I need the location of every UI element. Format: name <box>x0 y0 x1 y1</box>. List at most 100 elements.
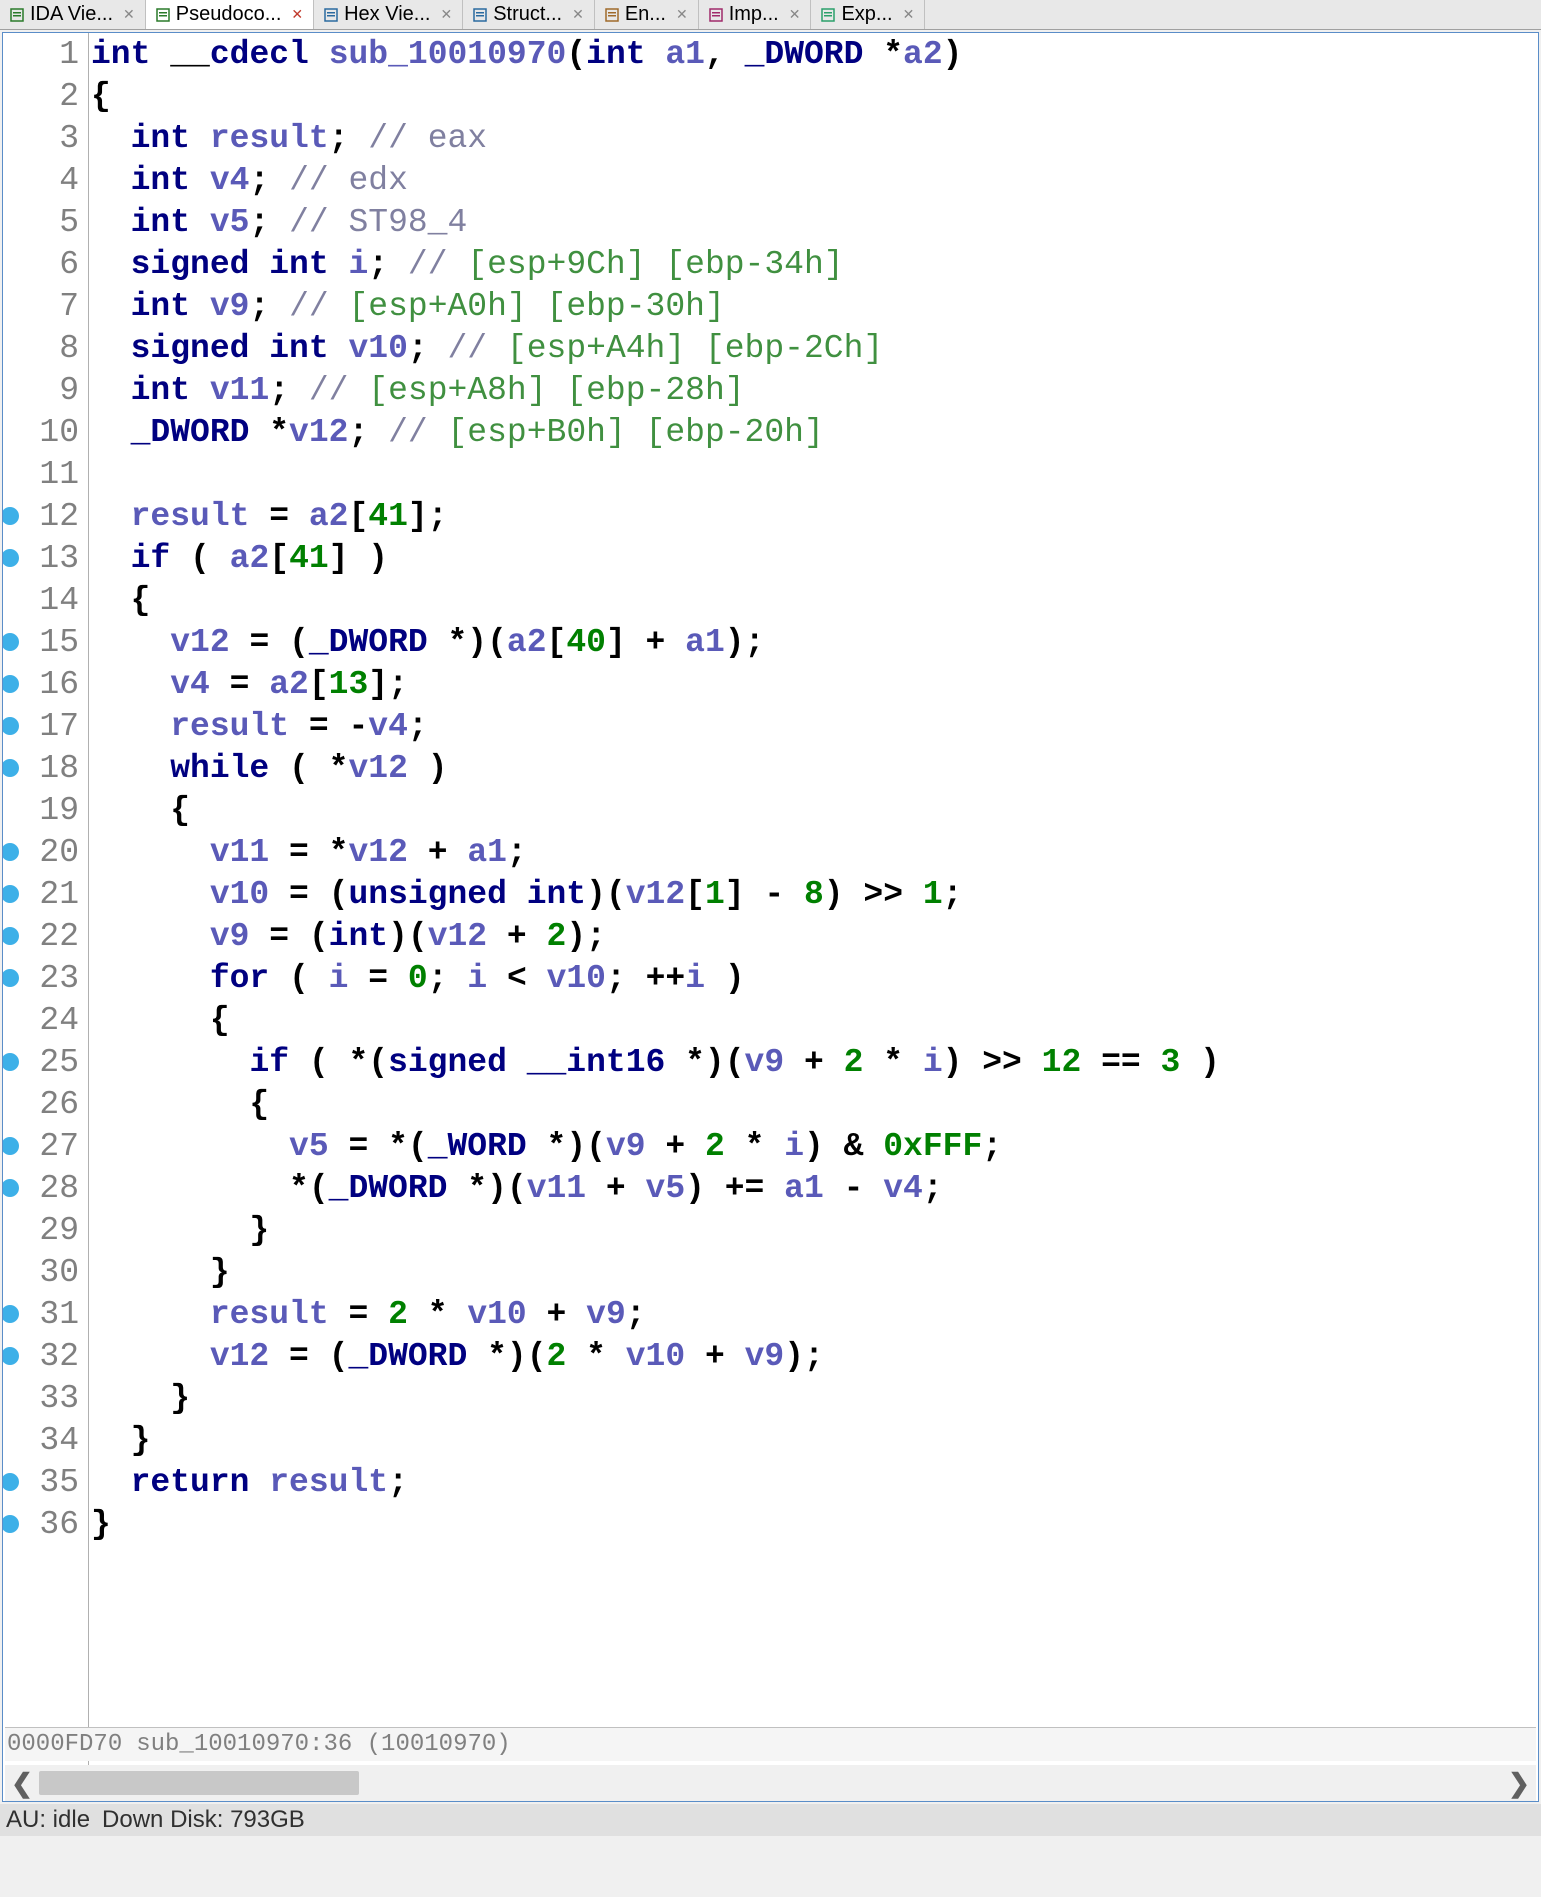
code-line[interactable]: v12 = (_DWORD *)(2 * v10 + v9); <box>91 1335 1538 1377</box>
code-line[interactable]: while ( *v12 ) <box>91 747 1538 789</box>
code-line[interactable]: result = 2 * v10 + v9; <box>91 1293 1538 1335</box>
breakpoint-icon[interactable] <box>2 549 19 567</box>
horizontal-scrollbar[interactable]: ❮ ❯ <box>5 1765 1536 1801</box>
breakpoint-icon[interactable] <box>2 1347 19 1365</box>
close-icon[interactable]: ✕ <box>440 6 452 23</box>
line-number[interactable]: 5 <box>3 204 85 241</box>
breakpoint-icon[interactable] <box>2 717 19 735</box>
line-number[interactable]: 1 <box>3 36 85 73</box>
code-line[interactable]: result = -v4; <box>91 705 1538 747</box>
code-line[interactable]: { <box>91 999 1538 1041</box>
line-number[interactable]: 22 <box>3 918 85 955</box>
tab-exp[interactable]: Exp...✕ <box>811 0 925 29</box>
close-icon[interactable]: ✕ <box>789 6 801 23</box>
line-number[interactable]: 18 <box>3 750 85 787</box>
line-number[interactable]: 30 <box>3 1254 85 1291</box>
line-number[interactable]: 29 <box>3 1212 85 1249</box>
line-number[interactable]: 28 <box>3 1170 85 1207</box>
line-number[interactable]: 25 <box>3 1044 85 1081</box>
line-number[interactable]: 33 <box>3 1380 85 1417</box>
line-number[interactable]: 8 <box>3 330 85 367</box>
code-line[interactable]: int v4; // edx <box>91 159 1538 201</box>
breakpoint-icon[interactable] <box>2 969 19 987</box>
breakpoint-icon[interactable] <box>2 1515 19 1533</box>
line-number[interactable]: 32 <box>3 1338 85 1375</box>
line-number[interactable]: 4 <box>3 162 85 199</box>
code-line[interactable]: _DWORD *v12; // [esp+B0h] [ebp-20h] <box>91 411 1538 453</box>
code-line[interactable]: if ( *(signed __int16 *)(v9 + 2 * i) >> … <box>91 1041 1538 1083</box>
line-number[interactable]: 26 <box>3 1086 85 1123</box>
code-line[interactable]: v12 = (_DWORD *)(a2[40] + a1); <box>91 621 1538 663</box>
line-number[interactable]: 16 <box>3 666 85 703</box>
line-number[interactable]: 19 <box>3 792 85 829</box>
close-icon[interactable]: ✕ <box>123 6 135 23</box>
code-line[interactable]: int __cdecl sub_10010970(int a1, _DWORD … <box>91 33 1538 75</box>
tab-pseudoco[interactable]: Pseudoco...✕ <box>146 0 314 29</box>
close-icon[interactable]: ✕ <box>676 6 688 23</box>
line-number[interactable]: 17 <box>3 708 85 745</box>
close-icon[interactable]: ✕ <box>291 6 303 23</box>
line-number[interactable]: 14 <box>3 582 85 619</box>
scroll-track[interactable] <box>39 1769 1502 1797</box>
line-number[interactable]: 3 <box>3 120 85 157</box>
breakpoint-icon[interactable] <box>2 1137 19 1155</box>
breakpoint-icon[interactable] <box>2 843 19 861</box>
tab-hexvie[interactable]: Hex Vie...✕ <box>314 0 463 29</box>
breakpoint-icon[interactable] <box>2 1305 19 1323</box>
code-line[interactable]: { <box>91 579 1538 621</box>
line-number[interactable]: 15 <box>3 624 85 661</box>
code-line[interactable]: if ( a2[41] ) <box>91 537 1538 579</box>
line-number[interactable]: 31 <box>3 1296 85 1333</box>
code-line[interactable]: } <box>91 1503 1538 1545</box>
breakpoint-icon[interactable] <box>2 675 19 693</box>
code-line[interactable]: } <box>91 1377 1538 1419</box>
line-number[interactable]: 2 <box>3 78 85 115</box>
scroll-thumb[interactable] <box>39 1771 359 1795</box>
code-line[interactable]: int result; // eax <box>91 117 1538 159</box>
code-line[interactable]: { <box>91 75 1538 117</box>
line-number[interactable]: 6 <box>3 246 85 283</box>
line-number[interactable]: 34 <box>3 1422 85 1459</box>
line-number[interactable]: 12 <box>3 498 85 535</box>
code-line[interactable]: { <box>91 1083 1538 1125</box>
code-line[interactable]: } <box>91 1419 1538 1461</box>
line-number[interactable]: 9 <box>3 372 85 409</box>
breakpoint-icon[interactable] <box>2 633 19 651</box>
breakpoint-icon[interactable] <box>2 759 19 777</box>
code-line[interactable]: v9 = (int)(v12 + 2); <box>91 915 1538 957</box>
line-number[interactable]: 36 <box>3 1506 85 1543</box>
line-number[interactable]: 20 <box>3 834 85 871</box>
scroll-left-arrow[interactable]: ❮ <box>5 1768 39 1799</box>
line-number[interactable]: 7 <box>3 288 85 325</box>
code-line[interactable]: return result; <box>91 1461 1538 1503</box>
tab-idavie[interactable]: IDA Vie...✕ <box>0 0 146 29</box>
code-line[interactable]: } <box>91 1209 1538 1251</box>
close-icon[interactable]: ✕ <box>903 6 915 23</box>
code-line[interactable]: int v5; // ST98_4 <box>91 201 1538 243</box>
breakpoint-icon[interactable] <box>2 1179 19 1197</box>
breakpoint-icon[interactable] <box>2 885 19 903</box>
code-line[interactable]: int v11; // [esp+A8h] [ebp-28h] <box>91 369 1538 411</box>
code-line[interactable]: *(_DWORD *)(v11 + v5) += a1 - v4; <box>91 1167 1538 1209</box>
scroll-right-arrow[interactable]: ❯ <box>1502 1768 1536 1799</box>
code-line[interactable]: for ( i = 0; i < v10; ++i ) <box>91 957 1538 999</box>
close-icon[interactable]: ✕ <box>572 6 584 23</box>
line-number[interactable]: 10 <box>3 414 85 451</box>
breakpoint-icon[interactable] <box>2 507 19 525</box>
code-content[interactable]: int __cdecl sub_10010970(int a1, _DWORD … <box>89 33 1538 1801</box>
line-number[interactable]: 21 <box>3 876 85 913</box>
code-line[interactable]: signed int v10; // [esp+A4h] [ebp-2Ch] <box>91 327 1538 369</box>
code-line[interactable]: v5 = *(_WORD *)(v9 + 2 * i) & 0xFFF; <box>91 1125 1538 1167</box>
line-number[interactable]: 13 <box>3 540 85 577</box>
line-number[interactable]: 23 <box>3 960 85 997</box>
code-line[interactable]: { <box>91 789 1538 831</box>
code-line[interactable]: v10 = (unsigned int)(v12[1] - 8) >> 1; <box>91 873 1538 915</box>
breakpoint-icon[interactable] <box>2 927 19 945</box>
code-line[interactable]: } <box>91 1251 1538 1293</box>
code-line[interactable]: result = a2[41]; <box>91 495 1538 537</box>
code-line[interactable]: signed int i; // [esp+9Ch] [ebp-34h] <box>91 243 1538 285</box>
breakpoint-icon[interactable] <box>2 1053 19 1071</box>
line-number[interactable]: 27 <box>3 1128 85 1165</box>
code-line[interactable]: int v9; // [esp+A0h] [ebp-30h] <box>91 285 1538 327</box>
line-number[interactable]: 11 <box>3 456 85 493</box>
